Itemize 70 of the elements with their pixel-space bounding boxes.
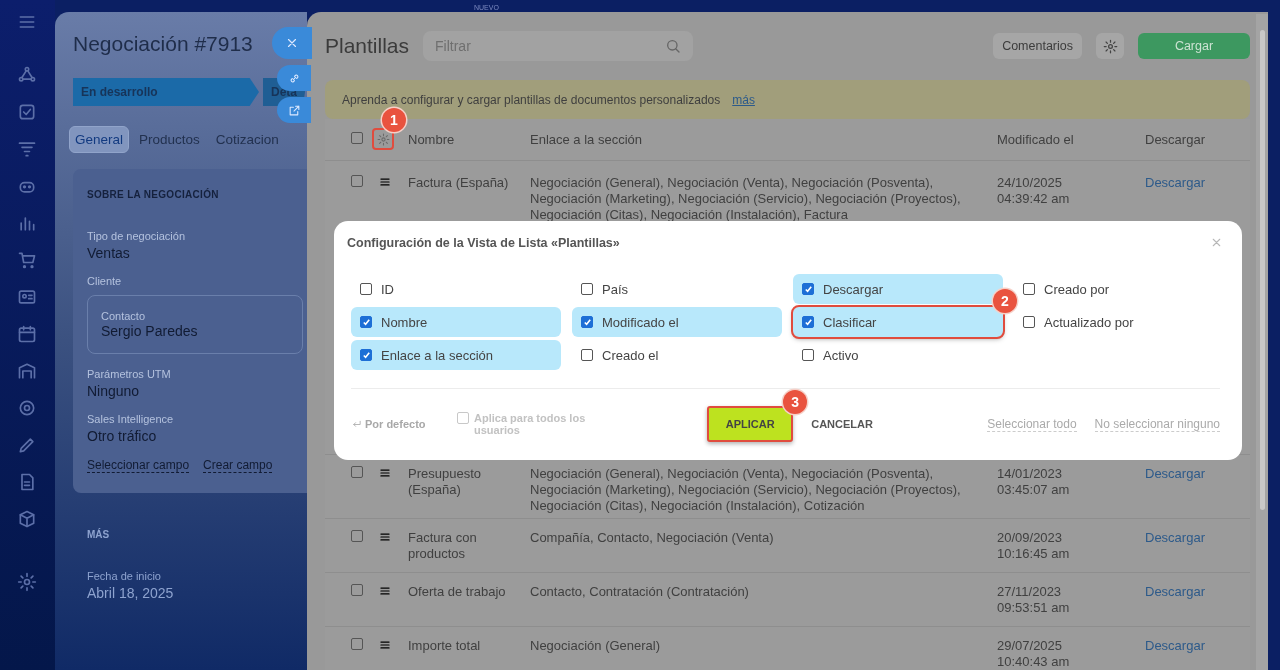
table-cell-text: 24/10/2025 04:39:42 am <box>997 175 1071 207</box>
more-link[interactable]: más <box>732 92 755 107</box>
column-header: Descargar <box>1145 132 1206 148</box>
upload-button[interactable]: Cargar <box>1138 33 1250 59</box>
default-link[interactable]: Por defecto <box>365 418 426 430</box>
table-cell-text: Factura (España) <box>408 175 510 191</box>
table-cell-text: 14/01/2023 03:45:07 am <box>997 466 1071 498</box>
column-option[interactable]: ID <box>351 274 561 304</box>
table-cell-text: 20/09/2023 10:16:45 am <box>997 530 1071 562</box>
field-label: Sales Intelligence <box>87 413 174 425</box>
field-label: Tipo de negociación <box>87 230 186 242</box>
contact-card[interactable]: Contacto Sergio Paredes <box>87 295 303 354</box>
field-label: Parámetros UTM <box>87 368 171 380</box>
field-link[interactable]: Crear campo <box>203 458 273 473</box>
field-link[interactable]: Seleccionar campo <box>87 458 190 473</box>
field-value: Ninguno <box>87 383 140 399</box>
section-title: MÁS <box>87 529 110 540</box>
column-option[interactable]: Creado por <box>1014 274 1220 304</box>
download-link[interactable]: Descargar <box>1145 638 1250 654</box>
table-cell-text: Oferta de trabajo <box>408 584 507 600</box>
download-link[interactable]: Descargar <box>1145 175 1250 191</box>
cancel-button[interactable]: CANCELAR <box>805 417 879 431</box>
apply-button[interactable]: APLICAR <box>707 406 794 442</box>
banner-text: Aprenda a configurar y cargar plantillas de documentos personalizados <box>342 92 721 107</box>
column-option[interactable]: País <box>572 274 782 304</box>
column-header: Enlace a la sección <box>530 132 643 148</box>
table-cell-text: 29/07/2025 10:40:43 am <box>997 638 1071 670</box>
column-header: Modificado el <box>997 132 1075 148</box>
field-value: Abril 18, 2025 <box>87 585 174 601</box>
table-cell-text: Compañía, Contacto, Negociación (Venta) <box>530 530 775 546</box>
table-cell-text: Negociación (General), Negociación (Venta), Negociación (Posventa), Negociación (Marketing), Negociación (Servicio), Negociación (Proyectos), Negociación (Citas), Negociación (Instalación), Factura <box>530 175 962 223</box>
field-value: Otro tráfico <box>87 428 157 444</box>
select-none-link[interactable]: No seleccionar ninguno <box>1094 416 1220 432</box>
tab[interactable]: Productos <box>133 126 206 153</box>
column-header: Nombre <box>408 132 456 148</box>
stage-tab[interactable]: En desarrollo <box>73 78 259 106</box>
dialog-title: Configuración de la Vista de Lista «Plantillas» <box>347 236 620 250</box>
table-cell-text: Contacto, Contratación (Contratación) <box>530 584 750 600</box>
table-cell-text: 27/11/2023 09:53:51 am <box>997 584 1071 616</box>
download-link[interactable]: Descargar <box>1145 584 1250 600</box>
column-option[interactable]: Modificado el <box>572 307 782 337</box>
page-title: Plantillas <box>325 34 410 58</box>
field-label: Contacto <box>101 310 146 322</box>
step-badge: 3 <box>783 390 808 414</box>
table-cell-text: Negociación (General), Negociación (Venta), Negociación (Posventa), Negociación (Marketing), Negociación (Servicio), Negociación (Proyectos), Negociación (Citas), Negociación (Instalación), Cotización <box>530 466 962 514</box>
column-option[interactable]: Activo <box>793 340 1003 370</box>
section-title: SOBRE LA NEGOCIACIÓN <box>87 189 219 200</box>
select-all-link[interactable]: Seleccionar todo <box>987 416 1077 432</box>
table-cell-text: Presupuesto (España) <box>408 466 482 498</box>
step-badge: 1 <box>382 108 406 132</box>
table-cell-text: Negociación (General) <box>530 638 662 654</box>
column-option[interactable]: Clasificar <box>793 307 1003 337</box>
download-link[interactable]: Descargar <box>1145 530 1250 546</box>
tab[interactable]: Cotizacion <box>209 126 285 153</box>
deal-title: Negociación #7913 <box>73 32 253 56</box>
column-option[interactable]: Enlace a la sección <box>351 340 561 370</box>
comments-button[interactable]: Comentarios <box>993 33 1082 59</box>
field-value: Ventas <box>87 245 130 261</box>
download-link[interactable]: Descargar <box>1145 466 1250 482</box>
table-cell-text: Factura con productos <box>408 530 478 562</box>
tab[interactable]: General <box>69 126 130 153</box>
table-cell-text: Importe total <box>408 638 482 654</box>
field-label: Fecha de inicio <box>87 570 161 582</box>
column-option[interactable]: Actualizado por <box>1014 307 1220 337</box>
contact-name: Sergio Paredes <box>101 323 198 339</box>
column-option[interactable]: Nombre <box>351 307 561 337</box>
apply-all-option[interactable]: Aplica para todos los usuarios <box>457 412 617 436</box>
field-label: Cliente <box>87 275 122 287</box>
column-option[interactable]: Creado el <box>572 340 782 370</box>
step-badge: 2 <box>993 289 1017 313</box>
